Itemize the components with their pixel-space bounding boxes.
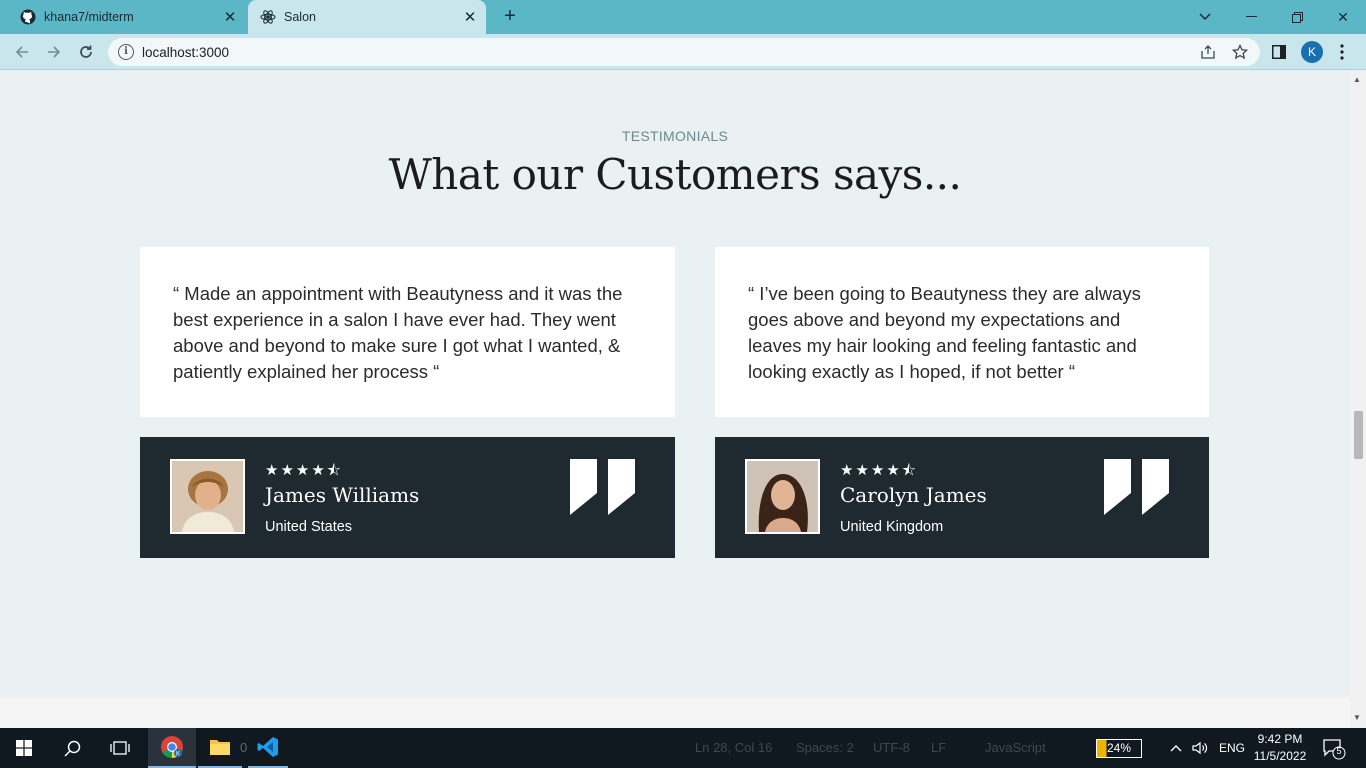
customer-name: Carolyn James bbox=[840, 483, 987, 507]
quote-mark-icon bbox=[570, 459, 635, 515]
battery-indicator[interactable]: 24% bbox=[1096, 739, 1142, 758]
file-explorer-icon[interactable] bbox=[198, 728, 242, 768]
customer-photo bbox=[745, 459, 820, 534]
close-tab-icon[interactable]: ✕ bbox=[218, 8, 242, 26]
reload-button[interactable] bbox=[72, 38, 100, 66]
status-language: JavaScript bbox=[985, 740, 1046, 755]
testimonial-card: “ I’ve been going to Beautyness they are… bbox=[715, 247, 1209, 417]
customer-country: United States bbox=[265, 519, 353, 535]
scroll-up-icon[interactable]: ▲ bbox=[1353, 75, 1361, 84]
menu-kebab-icon[interactable] bbox=[1328, 38, 1356, 66]
quote-mark-icon bbox=[1104, 459, 1169, 515]
status-spaces: Spaces: 2 bbox=[796, 740, 854, 755]
svg-text:K: K bbox=[176, 752, 180, 758]
bookmark-star-icon[interactable] bbox=[1226, 38, 1254, 66]
vscode-icon[interactable] bbox=[248, 728, 288, 768]
start-windows-icon[interactable] bbox=[0, 728, 48, 768]
tab-title: Salon bbox=[284, 10, 316, 24]
tab-salon[interactable]: Salon ✕ bbox=[248, 0, 486, 34]
profile-avatar[interactable]: K bbox=[1301, 41, 1323, 63]
tab-title: khana7/midterm bbox=[44, 10, 134, 24]
scroll-down-icon[interactable]: ▼ bbox=[1353, 713, 1361, 722]
testimonial-card: “ Made an appointment with Beautyness an… bbox=[140, 247, 675, 417]
page-scrollbar[interactable]: ▲ ▼ bbox=[1350, 71, 1366, 728]
close-window-button[interactable]: ✕ bbox=[1320, 0, 1366, 34]
browser-toolbar: i localhost:3000 bbox=[0, 34, 1366, 70]
notification-center-icon[interactable]: 5 bbox=[1322, 738, 1346, 760]
back-button[interactable] bbox=[8, 38, 36, 66]
explorer-badge: 0 bbox=[240, 740, 248, 755]
tab-github[interactable]: khana7/midterm ✕ bbox=[8, 0, 246, 34]
clock-time: 9:42 PM bbox=[1257, 732, 1303, 746]
status-eol: LF bbox=[931, 740, 947, 755]
notification-count: 5 bbox=[1336, 746, 1342, 756]
status-cursor-position: Ln 28, Col 16 bbox=[695, 740, 773, 755]
restore-button[interactable] bbox=[1274, 0, 1320, 34]
chrome-taskbar-icon[interactable]: K bbox=[148, 728, 196, 768]
testimonial-author-panel: ★★★★⯪ Carolyn James United Kingdom bbox=[715, 437, 1209, 558]
volume-icon[interactable] bbox=[1192, 728, 1208, 768]
customer-name: James Williams bbox=[265, 483, 420, 507]
react-icon bbox=[260, 9, 276, 25]
show-hidden-icons-chevron-icon[interactable] bbox=[1170, 728, 1182, 768]
close-tab-icon[interactable]: ✕ bbox=[458, 8, 482, 26]
address-bar[interactable]: i localhost:3000 bbox=[108, 38, 1260, 66]
next-section bbox=[0, 697, 1350, 728]
scrollbar-thumb[interactable] bbox=[1354, 411, 1363, 459]
customer-photo bbox=[170, 459, 245, 534]
customer-country: United Kingdom bbox=[840, 519, 944, 535]
side-panel-icon[interactable] bbox=[1265, 38, 1293, 66]
clock-date: 11/5/2022 bbox=[1253, 749, 1307, 763]
url-text: localhost:3000 bbox=[142, 44, 230, 60]
forward-button[interactable] bbox=[40, 38, 68, 66]
tab-search-icon[interactable] bbox=[1182, 0, 1228, 34]
github-icon bbox=[20, 9, 36, 25]
status-encoding: UTF-8 bbox=[873, 740, 910, 755]
search-icon[interactable] bbox=[48, 728, 96, 768]
site-info-icon[interactable]: i bbox=[118, 44, 134, 60]
task-view-icon[interactable] bbox=[96, 728, 144, 768]
share-icon[interactable] bbox=[1194, 38, 1222, 66]
rating-stars: ★★★★⯪ bbox=[840, 462, 918, 479]
testimonial-quote: “ I’ve been going to Beautyness they are… bbox=[748, 283, 1141, 382]
windows-taskbar: K 0 Ln 28, Col 16 Spaces: 2 UTF-8 LF Jav… bbox=[0, 728, 1366, 768]
rating-stars: ★★★★⯪ bbox=[265, 462, 343, 479]
testimonial-author-panel: ★★★★⯪ James Williams United States bbox=[140, 437, 675, 558]
minimize-button[interactable] bbox=[1228, 0, 1274, 34]
system-clock[interactable]: 9:42 PM 11/5/2022 bbox=[1252, 731, 1308, 765]
new-tab-button[interactable]: + bbox=[498, 5, 522, 29]
testimonial-quote: “ Made an appointment with Beautyness an… bbox=[173, 283, 623, 382]
section-eyebrow: TESTIMONIALS bbox=[621, 128, 729, 144]
browser-tab-strip: khana7/midterm ✕ Salon ✕ + ✕ bbox=[0, 0, 1366, 34]
section-headline: What our Customers says... bbox=[388, 150, 962, 199]
input-language[interactable]: ENG bbox=[1219, 728, 1245, 768]
